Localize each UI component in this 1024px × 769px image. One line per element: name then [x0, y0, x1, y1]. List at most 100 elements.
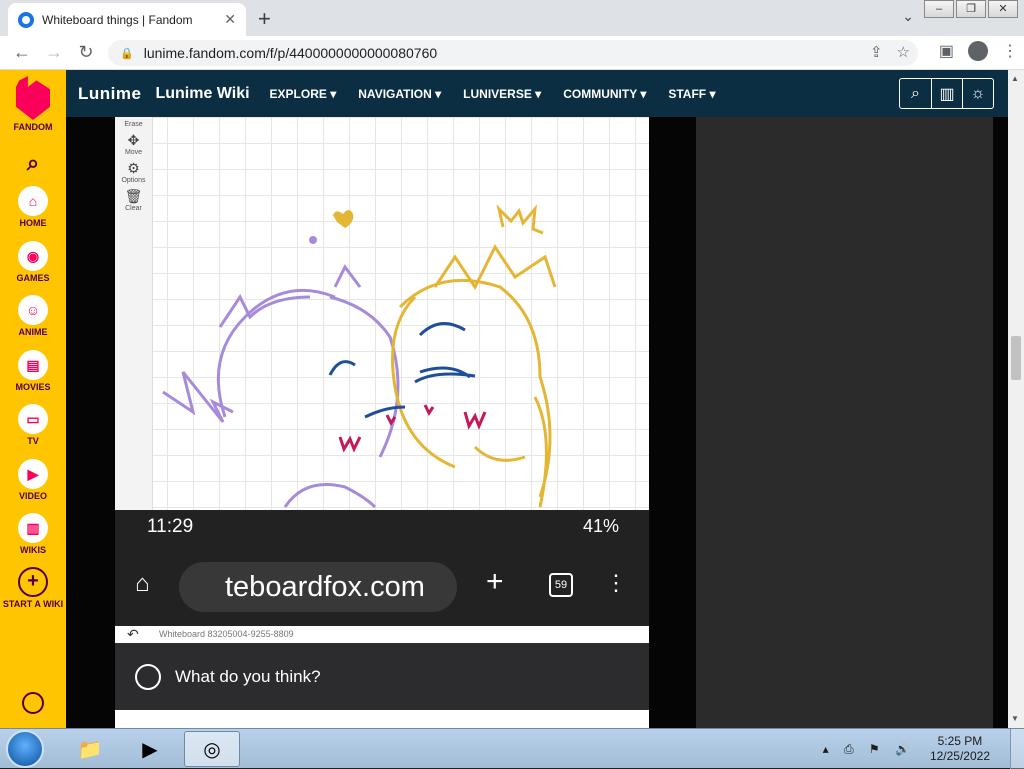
purple-character — [162, 264, 400, 509]
phone-tab-count: 59 — [549, 573, 573, 597]
tab-close-icon[interactable]: ✕ — [224, 11, 236, 28]
rail-label: MOVIES — [15, 382, 51, 392]
scroll-down-icon[interactable]: ▼ — [1011, 714, 1019, 723]
forward-arrow-icon[interactable]: → — [38, 42, 70, 63]
rail-label: START A WIKI — [2, 599, 64, 609]
new-tab-button[interactable]: + — [258, 6, 271, 32]
search-icon[interactable]: ⌕ — [900, 79, 931, 108]
user-avatar-icon — [135, 663, 161, 690]
user-account-icon[interactable] — [0, 692, 66, 714]
rail-label: GAMES — [16, 273, 50, 283]
anime-face-icon: ☺ — [18, 295, 48, 325]
nav-community[interactable]: COMMUNITY ▾ — [563, 87, 646, 101]
rail-item-start-wiki[interactable]: + START A WIKI — [0, 567, 66, 609]
rail-item-wikis[interactable]: ▥ WIKIS — [0, 513, 66, 555]
close-window-button[interactable]: ✕ — [988, 0, 1018, 18]
clock-time: 5:25 PM — [937, 734, 983, 748]
minimize-button[interactable]: – — [924, 0, 954, 18]
comment-input-bar[interactable]: What do you think? — [115, 643, 649, 710]
system-tray: ▴ ⎙ ⚑ 🔊 5:25 PM 12/25/2022 — [823, 729, 1024, 769]
wiki-nav: EXPLORE ▾ NAVIGATION ▾ LUNIVERSE ▾ COMMU… — [270, 87, 738, 101]
rail-item-home[interactable]: ⌂ HOME — [0, 186, 66, 228]
rail-label: HOME — [19, 218, 47, 228]
clock-date: 12/25/2022 — [929, 749, 990, 763]
address-bar[interactable]: 🔒 lunime.fandom.com/f/p/4400000000000080… — [108, 40, 918, 66]
sketch-drawing — [162, 204, 557, 509]
pink-blush-strokes — [338, 404, 487, 453]
nav-navigation[interactable]: NAVIGATION ▾ — [358, 87, 441, 101]
back-arrow-icon[interactable]: ← — [6, 42, 38, 63]
taskbar-clock[interactable]: 5:25 PM 12/25/2022 — [930, 734, 990, 764]
gamepad-icon: ◉ — [18, 241, 48, 271]
tab-search-chevron-icon[interactable]: ⌄ — [902, 8, 914, 25]
clapperboard-icon: ▤ — [18, 350, 48, 380]
browser-tab[interactable]: Whiteboard things | Fandom ✕ — [8, 3, 246, 36]
scroll-up-icon[interactable]: ▲ — [1011, 74, 1019, 83]
fandom-logo-link[interactable]: FANDOM — [0, 70, 66, 132]
plus-circle-icon: + — [18, 567, 48, 597]
phone-menu-icon: ⋮ — [605, 570, 627, 595]
phone-browser-bar: ⌂ teboardfox.com + 59 ⋮ — [115, 548, 649, 626]
phone-battery: 41% — [582, 516, 619, 536]
phone-url-text: teboardfox.com — [225, 571, 425, 603]
rail-label: TV — [27, 436, 39, 446]
phone-url-pill: teboardfox.com — [179, 562, 457, 612]
wiki-header: Lunime Lunime Wiki EXPLORE ▾ NAVIGATION … — [66, 70, 1008, 117]
fandom-logo-icon — [16, 76, 50, 120]
bookmark-star-icon[interactable]: ☆ — [897, 43, 910, 61]
explorer-taskbar-icon[interactable]: 📁 — [62, 731, 118, 767]
rail-label: VIDEO — [18, 491, 47, 501]
rail-item-video[interactable]: ▶ VIDEO — [0, 459, 66, 501]
phone-time: 11:29 — [147, 516, 194, 537]
header-tools: ⌕ ▥ ☼ — [899, 78, 994, 109]
rail-item-games[interactable]: ◉ GAMES — [0, 241, 66, 283]
rail-item-anime[interactable]: ☺ ANIME — [0, 295, 66, 337]
windows-taskbar: 📁 ▶ ◎ ▴ ⎙ ⚑ 🔊 5:25 PM 12/25/2022 — [0, 728, 1024, 769]
fandom-favicon-icon — [18, 11, 34, 28]
chrome-taskbar-icon[interactable]: ◎ — [184, 731, 240, 767]
phone-status-bar: 11:29 41% — [115, 510, 649, 548]
tv-icon: ▭ — [18, 404, 48, 434]
fandom-global-nav: FANDOM ⌕ ⌂ HOME ◉ GAMES ☺ ANIME ▤ MOVIES… — [0, 70, 66, 728]
play-icon: ▶ — [18, 459, 48, 489]
nav-staff[interactable]: STAFF ▾ — [668, 87, 715, 101]
phone-home-icon: ⌂ — [135, 570, 150, 597]
whiteboard-label: Whiteboard 83205004-9255-8809 — [159, 629, 294, 639]
menu-kebab-icon[interactable]: ⋮ — [1002, 41, 1018, 61]
show-desktop-button[interactable] — [1010, 729, 1024, 769]
heart-doodle — [331, 210, 354, 228]
book-icon: ▥ — [18, 513, 48, 543]
search-icon[interactable]: ⌕ — [0, 150, 66, 176]
profile-avatar-icon[interactable] — [968, 41, 988, 61]
window-controls: – ❐ ✕ — [922, 0, 1018, 18]
side-panel-icon[interactable]: ▣ — [939, 41, 954, 61]
lock-icon: 🔒 — [120, 47, 134, 60]
wiki-logo[interactable]: Lunime — [78, 84, 141, 104]
wiki-name[interactable]: Lunime Wiki — [155, 85, 249, 103]
nav-luniverse[interactable]: LUNIVERSE ▾ — [463, 87, 541, 101]
rail-label: WIKIS — [20, 545, 46, 555]
reload-icon[interactable]: ↻ — [70, 42, 102, 63]
undo-icon: ↶ — [127, 626, 139, 642]
open-book-icon[interactable]: ▥ — [931, 79, 962, 108]
blue-eye-strokes — [328, 322, 476, 419]
tab-title: Whiteboard things | Fandom — [42, 12, 193, 27]
small-heart-doodle — [309, 236, 317, 244]
url-text: lunime.fandom.com/f/p/440000000000008076… — [143, 45, 438, 61]
share-icon[interactable]: ⇪ — [870, 43, 883, 61]
media-player-taskbar-icon[interactable]: ▶ — [122, 731, 178, 767]
comment-placeholder[interactable]: What do you think? — [175, 667, 321, 687]
phone-plus-icon: + — [486, 565, 504, 598]
start-button[interactable] — [6, 730, 44, 768]
scrollbar-thumb[interactable] — [1011, 336, 1021, 380]
theme-sun-icon[interactable]: ☼ — [962, 79, 993, 108]
browser-tab-strip: Whiteboard things | Fandom ✕ + ⌄ – ❐ ✕ — [0, 0, 1024, 36]
rail-item-movies[interactable]: ▤ MOVIES — [0, 350, 66, 392]
nav-explore[interactable]: EXPLORE ▾ — [270, 87, 337, 101]
rail-label: ANIME — [18, 327, 48, 337]
page-scrollbar[interactable]: ▲ ▼ — [1008, 70, 1024, 728]
restore-button[interactable]: ❐ — [956, 0, 986, 18]
tray-icons[interactable]: ▴ ⎙ ⚑ 🔊 — [823, 742, 916, 757]
page-content: Erase ✥ Move ⚙ Options 🗑 Clear 11:29 41% ⌂ — [66, 117, 1008, 728]
rail-item-tv[interactable]: ▭ TV — [0, 404, 66, 446]
